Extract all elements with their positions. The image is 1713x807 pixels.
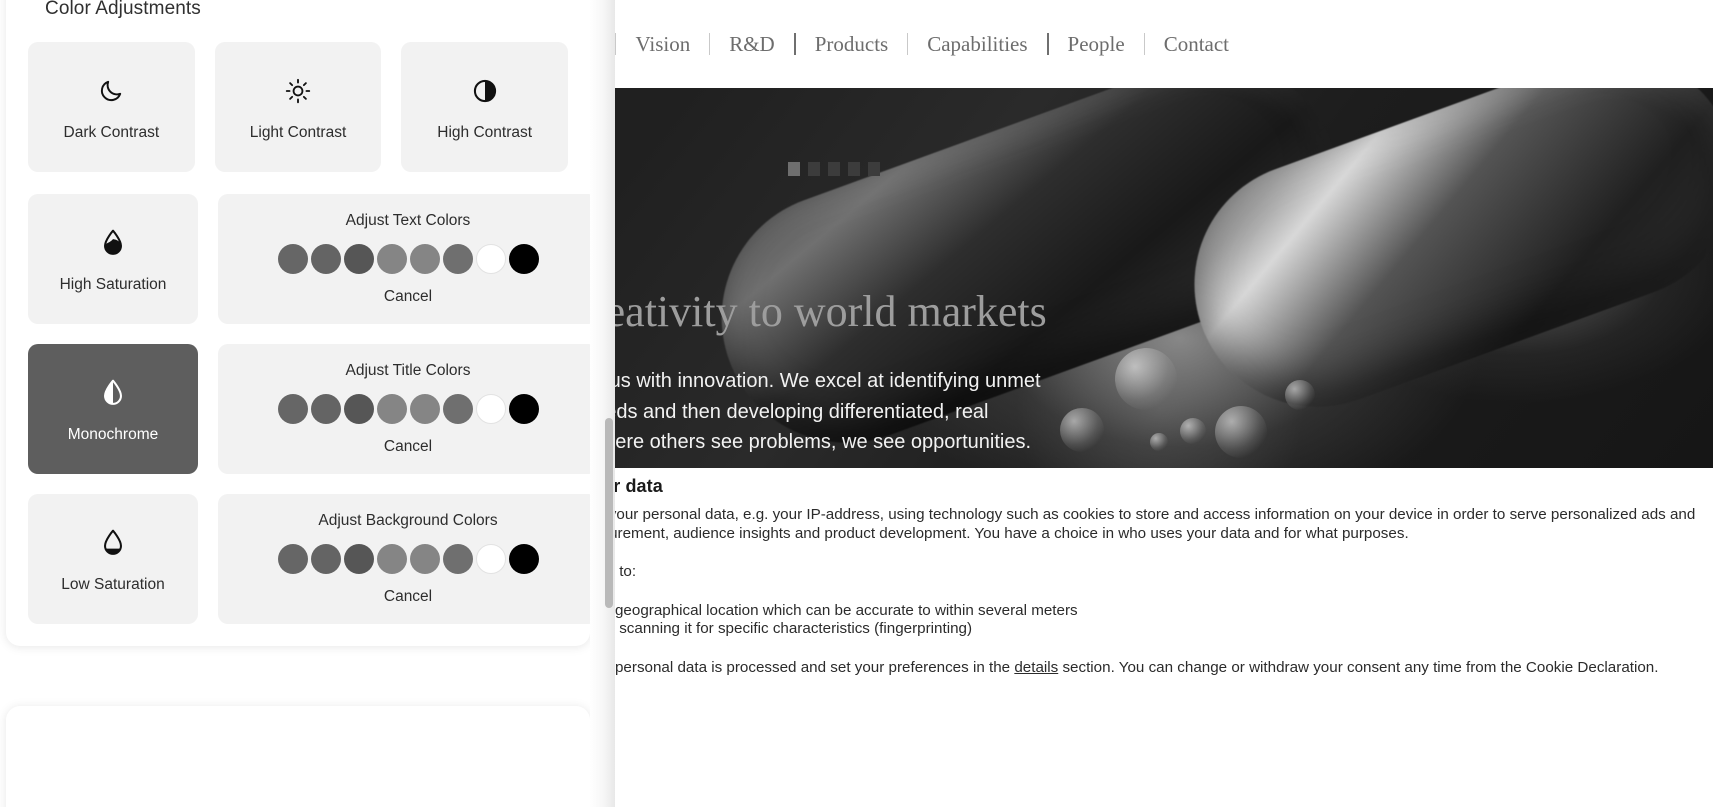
cookie-details-link[interactable]: details [1014, 659, 1058, 676]
color-swatch[interactable] [475, 544, 506, 574]
tile-label: Low Saturation [61, 576, 165, 593]
cookie-paragraph-3-post: section. You can change or withdraw your… [1058, 658, 1659, 676]
sun-icon [285, 72, 311, 110]
hero-slider-dots[interactable] [788, 162, 880, 176]
cancel-background-colors-button[interactable]: Cancel [384, 588, 432, 606]
cancel-title-colors-button[interactable]: Cancel [384, 438, 432, 456]
tile-monochrome[interactable]: Monochrome [28, 344, 198, 474]
tile-label: High Contrast [437, 124, 533, 141]
nav-link-rd[interactable]: R&D [710, 33, 794, 55]
hero-dot[interactable] [808, 162, 820, 176]
hero-dot[interactable] [788, 162, 800, 176]
adjust-text-colors-card: Adjust Text Colors Cancel [218, 194, 598, 324]
color-swatch[interactable] [409, 544, 440, 574]
panel-title: Color Adjustments [45, 0, 201, 19]
nav-link-capabilities[interactable]: Capabilities [908, 33, 1046, 55]
accessibility-panel-overlay: Color Adjustments Dark Contrast Light Co… [0, 0, 615, 807]
screen: About Vision R&D Products Capabilities P… [0, 0, 1713, 807]
hero-dot[interactable] [828, 162, 840, 176]
nav-link-contact[interactable]: Contact [1145, 33, 1248, 55]
saturation-and-swatch-grid: High Saturation Adjust Text Colors Cance… [28, 194, 598, 624]
tile-light-contrast[interactable]: Light Contrast [214, 42, 382, 172]
panel-scrollbar-thumb[interactable] [605, 418, 613, 608]
swatch-group-title: Adjust Background Colors [318, 512, 498, 529]
color-swatch[interactable] [508, 544, 539, 574]
color-swatch[interactable] [475, 394, 506, 424]
next-panel-card [6, 706, 590, 807]
hero-dot[interactable] [868, 162, 880, 176]
nav-link-list: About Vision R&D Products Capabilities P… [525, 33, 1248, 55]
nav-link-vision[interactable]: Vision [616, 33, 709, 55]
title-color-swatch-row [277, 394, 539, 424]
color-swatch[interactable] [475, 244, 506, 274]
color-adjustments-card: Color Adjustments Dark Contrast Light Co… [6, 0, 598, 646]
color-swatch[interactable] [277, 394, 308, 424]
color-swatch[interactable] [310, 544, 341, 574]
tile-dark-contrast[interactable]: Dark Contrast [28, 42, 195, 172]
color-swatch[interactable] [442, 394, 473, 424]
text-color-swatch-row [277, 244, 539, 274]
color-swatch[interactable] [442, 244, 473, 274]
color-swatch[interactable] [343, 394, 374, 424]
color-swatch[interactable] [409, 244, 440, 274]
swatch-group-title: Adjust Text Colors [345, 212, 471, 229]
color-swatch[interactable] [409, 394, 440, 424]
tile-label: Monochrome [67, 426, 159, 443]
tile-label: Light Contrast [249, 124, 347, 141]
nav-link-products[interactable]: Products [796, 33, 908, 55]
color-swatch[interactable] [442, 544, 473, 574]
tile-label: Dark Contrast [63, 124, 160, 141]
tile-high-contrast[interactable]: High Contrast [401, 42, 569, 172]
color-swatch[interactable] [376, 394, 407, 424]
nav-link-people[interactable]: People [1049, 33, 1144, 55]
moon-icon [98, 72, 124, 110]
hero-dot[interactable] [848, 162, 860, 176]
color-swatch[interactable] [277, 544, 308, 574]
panel-right-edge [590, 0, 615, 807]
tile-low-saturation[interactable]: Low Saturation [28, 494, 198, 624]
droplet-half-icon [100, 374, 126, 412]
color-swatch[interactable] [376, 544, 407, 574]
color-swatch[interactable] [310, 244, 341, 274]
tile-label: High Saturation [59, 276, 167, 293]
color-swatch[interactable] [343, 544, 374, 574]
droplet-empty-icon [100, 524, 126, 562]
droplet-full-icon [100, 224, 126, 262]
color-swatch[interactable] [343, 244, 374, 274]
contrast-tile-row: Dark Contrast Light Contrast High Contra… [28, 42, 569, 172]
color-swatch[interactable] [310, 394, 341, 424]
cancel-text-colors-button[interactable]: Cancel [384, 288, 432, 306]
color-swatch[interactable] [508, 244, 539, 274]
adjust-background-colors-card: Adjust Background Colors Cancel [218, 494, 598, 624]
adjust-title-colors-card: Adjust Title Colors Cancel [218, 344, 598, 474]
color-swatch[interactable] [508, 394, 539, 424]
swatch-group-title: Adjust Title Colors [345, 362, 471, 379]
background-color-swatch-row [277, 544, 539, 574]
color-swatch[interactable] [376, 244, 407, 274]
tile-high-saturation[interactable]: High Saturation [28, 194, 198, 324]
color-swatch[interactable] [277, 244, 308, 274]
contrast-circle-icon [472, 72, 498, 110]
